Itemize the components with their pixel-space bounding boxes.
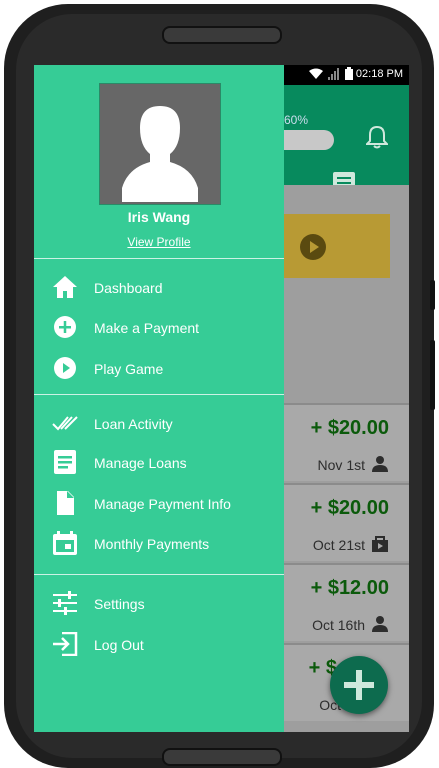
shopping-bag-icon bbox=[372, 536, 388, 552]
calendar-icon bbox=[53, 531, 77, 555]
progress-text: 60% bbox=[284, 113, 309, 127]
double-check-icon bbox=[52, 416, 78, 431]
status-icons bbox=[309, 67, 353, 80]
divider bbox=[34, 394, 284, 395]
transaction-date: Oct 16th bbox=[312, 617, 365, 633]
logout-icon bbox=[53, 632, 78, 656]
add-circle-icon bbox=[54, 316, 76, 338]
bottom-speaker bbox=[162, 748, 282, 766]
divider bbox=[34, 574, 284, 575]
list-icon bbox=[54, 450, 76, 474]
sliders-icon bbox=[53, 591, 77, 615]
menu-item-label: Manage Loans bbox=[94, 455, 187, 471]
person-icon bbox=[372, 456, 388, 472]
menu-item-label: Loan Activity bbox=[94, 416, 173, 432]
menu-item-label: Make a Payment bbox=[94, 320, 200, 336]
bell-icon[interactable] bbox=[366, 125, 388, 149]
transaction-card[interactable]: + $20.00 Oct 21st bbox=[274, 483, 409, 561]
menu-item-settings[interactable]: Settings bbox=[34, 584, 284, 622]
navigation-drawer: Iris Wang View Profile Dashboard Make a … bbox=[34, 65, 284, 732]
power-button bbox=[430, 340, 435, 410]
transaction-amount: + $20.00 bbox=[310, 497, 389, 519]
menu-item-label: Monthly Payments bbox=[94, 536, 210, 552]
menu-item-label: Settings bbox=[94, 596, 145, 612]
play-circle-icon bbox=[300, 234, 326, 260]
volume-button bbox=[430, 280, 435, 310]
transaction-amount: + $20.00 bbox=[310, 417, 389, 439]
add-fab-button[interactable] bbox=[330, 656, 388, 714]
transaction-date: Nov 1st bbox=[317, 457, 365, 473]
status-time: 02:18 PM bbox=[355, 68, 403, 80]
avatar[interactable] bbox=[99, 83, 221, 205]
person-silhouette-icon bbox=[122, 106, 198, 202]
transaction-card[interactable]: + $20.00 Nov 1st bbox=[274, 403, 409, 481]
home-icon bbox=[53, 276, 77, 298]
battery-icon bbox=[345, 67, 353, 80]
menu-item-monthly-payments[interactable]: Monthly Payments bbox=[34, 524, 284, 562]
wifi-icon bbox=[309, 68, 323, 79]
divider bbox=[34, 258, 284, 259]
menu-item-label: Play Game bbox=[94, 361, 164, 377]
menu-item-make-payment[interactable]: Make a Payment bbox=[34, 308, 284, 346]
transaction-amount: + $12.00 bbox=[310, 577, 389, 599]
transaction-card[interactable]: + $12.00 Oct 16th bbox=[274, 563, 409, 641]
menu-item-manage-payment-info[interactable]: Manage Payment Info bbox=[34, 484, 284, 522]
menu-item-label: Dashboard bbox=[94, 280, 163, 296]
play-circle-icon bbox=[54, 357, 76, 379]
user-name: Iris Wang bbox=[127, 209, 191, 225]
menu-item-manage-loans[interactable]: Manage Loans bbox=[34, 443, 284, 481]
plus-icon bbox=[344, 670, 374, 700]
menu-item-label: Log Out bbox=[94, 637, 144, 653]
menu-item-dashboard[interactable]: Dashboard bbox=[34, 268, 284, 306]
signal-icon bbox=[328, 67, 339, 80]
person-icon bbox=[372, 616, 388, 632]
view-profile-link[interactable]: View Profile bbox=[34, 235, 284, 249]
menu-item-label: Manage Payment Info bbox=[94, 496, 231, 512]
menu-item-play-game[interactable]: Play Game bbox=[34, 349, 284, 387]
top-speaker bbox=[162, 26, 282, 44]
transaction-date: Oct 21st bbox=[312, 537, 365, 553]
menu-item-loan-activity[interactable]: Loan Activity bbox=[34, 404, 284, 442]
game-banner[interactable] bbox=[270, 214, 390, 278]
document-icon bbox=[57, 491, 74, 515]
screen: 02:18 PM 60% + $20.00 Nov 1st + $20.00 O… bbox=[34, 65, 409, 732]
menu-item-log-out[interactable]: Log Out bbox=[34, 625, 284, 663]
